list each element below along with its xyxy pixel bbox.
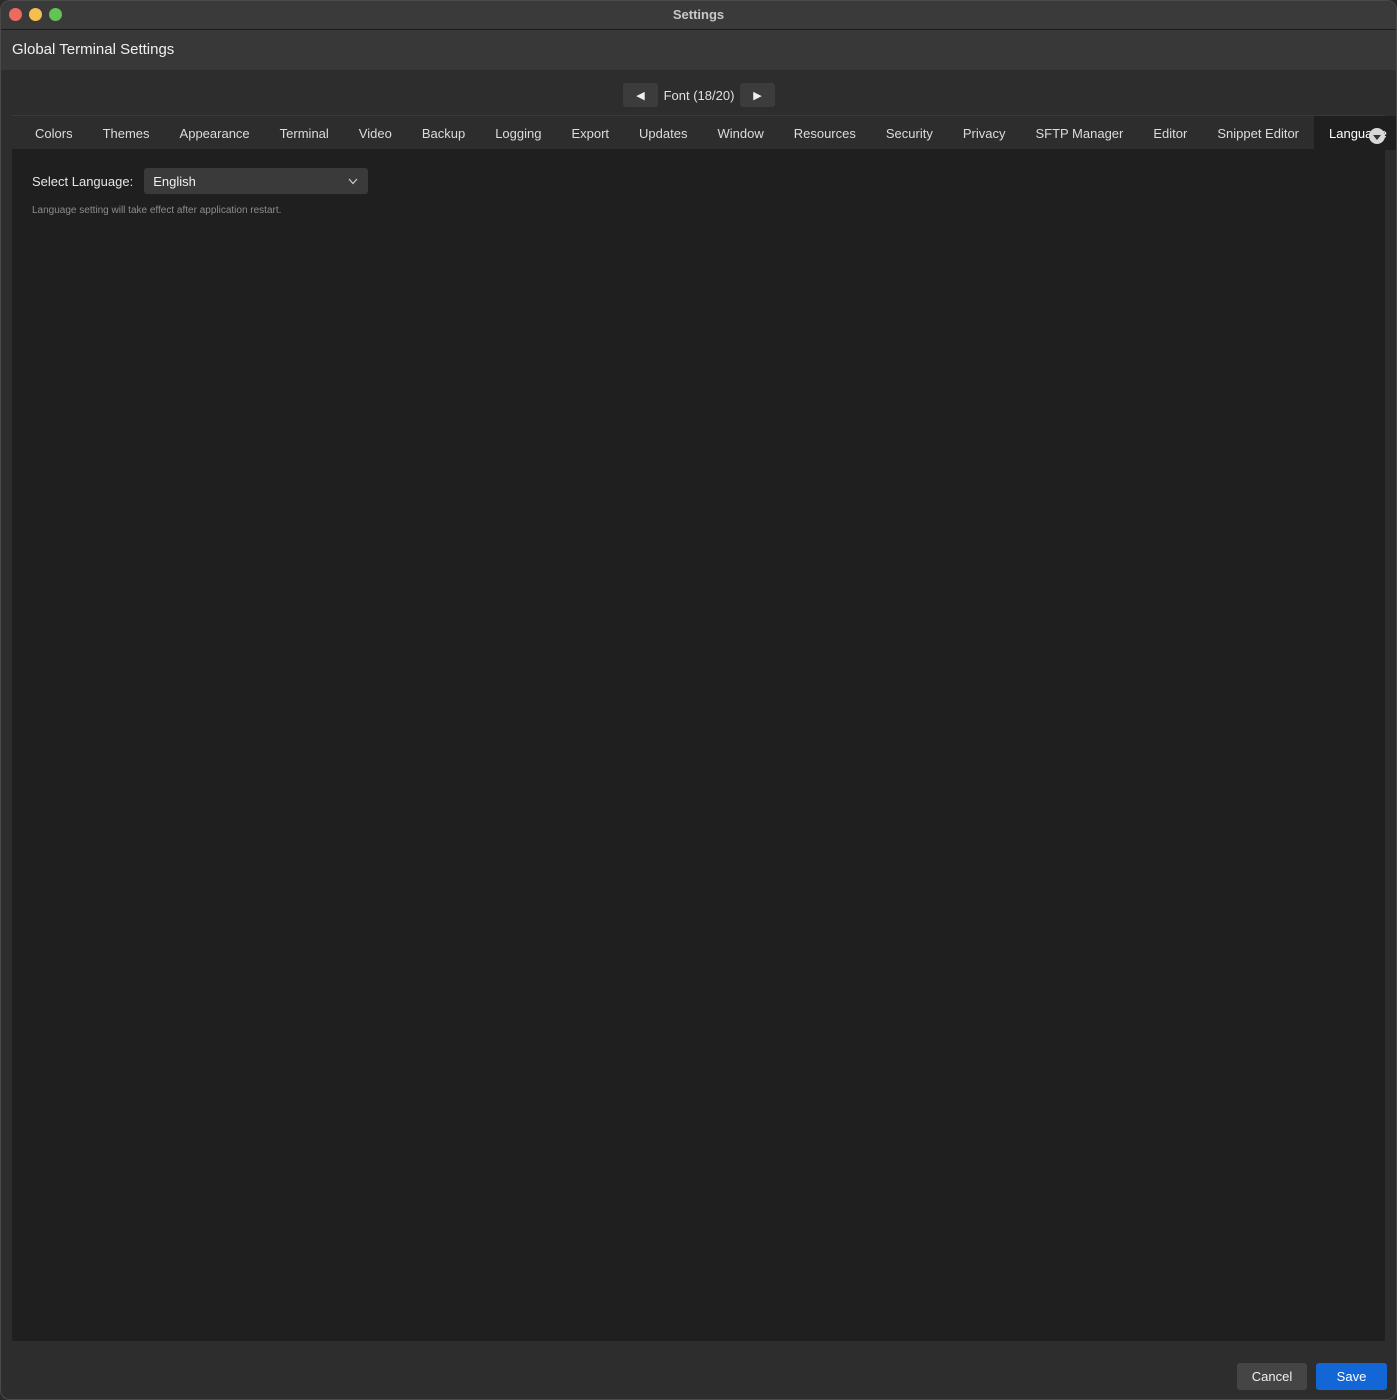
- language-row: Select Language: English: [32, 168, 369, 194]
- tab-editor[interactable]: Editor: [1138, 116, 1202, 150]
- chevron-down-icon: [347, 175, 359, 187]
- settings-tab-bar: Colors Themes Appearance Terminal Video …: [12, 115, 1396, 150]
- triangle-left-icon: ◀: [636, 89, 645, 102]
- previous-page-button[interactable]: ◀: [623, 83, 658, 107]
- title-bar: Settings: [1, 1, 1396, 30]
- tab-security[interactable]: Security: [871, 116, 948, 150]
- language-select-value: English: [153, 173, 196, 189]
- tab-privacy[interactable]: Privacy: [948, 116, 1021, 150]
- pager-label: Font (18/20): [663, 87, 735, 103]
- tab-updates[interactable]: Updates: [624, 116, 702, 150]
- tab-appearance[interactable]: Appearance: [165, 116, 265, 150]
- more-tabs-icon[interactable]: [1369, 128, 1385, 144]
- language-restart-hint: Language setting will take effect after …: [32, 205, 282, 216]
- settings-window: Settings Global Terminal Settings ◀ Font…: [0, 0, 1397, 1400]
- header-bar: Global Terminal Settings: [1, 30, 1396, 70]
- language-select[interactable]: English: [144, 168, 369, 194]
- triangle-right-icon: ▶: [753, 89, 762, 102]
- tab-export[interactable]: Export: [556, 116, 624, 150]
- tab-snippet-editor[interactable]: Snippet Editor: [1202, 116, 1314, 150]
- tab-resources[interactable]: Resources: [779, 116, 871, 150]
- next-page-button[interactable]: ▶: [740, 83, 775, 107]
- tab-video[interactable]: Video: [344, 116, 407, 150]
- save-button[interactable]: Save: [1316, 1363, 1387, 1390]
- language-settings-panel: Select Language: English Language settin…: [12, 149, 1385, 1341]
- tab-logging[interactable]: Logging: [480, 116, 556, 150]
- tab-colors[interactable]: Colors: [12, 116, 88, 150]
- tab-terminal[interactable]: Terminal: [265, 116, 344, 150]
- tab-pager: ◀ Font (18/20) ▶: [623, 83, 775, 107]
- page-title: Global Terminal Settings: [12, 41, 175, 58]
- tab-window[interactable]: Window: [702, 116, 778, 150]
- window-title: Settings: [672, 7, 725, 22]
- language-label: Select Language:: [32, 173, 134, 189]
- tab-themes[interactable]: Themes: [88, 116, 165, 150]
- tab-backup[interactable]: Backup: [407, 116, 480, 150]
- cancel-button[interactable]: Cancel: [1237, 1363, 1307, 1390]
- tab-sftp-manager[interactable]: SFTP Manager: [1020, 116, 1138, 150]
